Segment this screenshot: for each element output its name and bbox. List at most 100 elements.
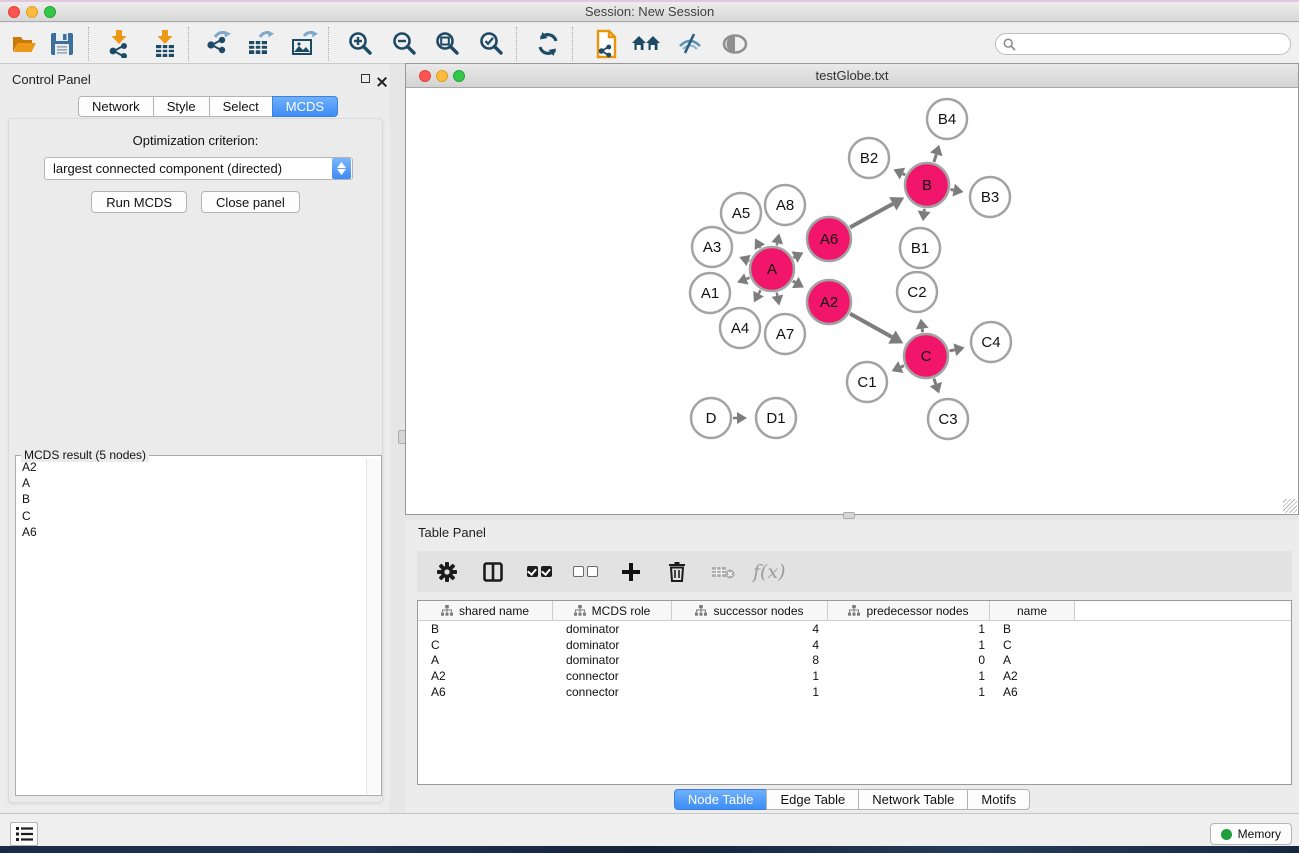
cell-mcds-role[interactable]: connector (553, 684, 672, 700)
cell-mcds-role[interactable]: dominator (553, 652, 672, 668)
minimize-network-button[interactable] (436, 70, 448, 82)
list-scrollbar[interactable] (366, 459, 380, 794)
delete-column-icon[interactable] (661, 557, 693, 587)
cell-name[interactable]: C (990, 637, 1075, 653)
desktop-wallpaper-bottom (0, 846, 1299, 853)
cell-name[interactable]: A2 (990, 668, 1075, 684)
import-table-icon[interactable] (149, 28, 181, 60)
cell-successor-nodes[interactable]: 4 (672, 637, 828, 653)
column-header-label: predecessor nodes (866, 604, 968, 618)
export-image-icon[interactable] (288, 28, 320, 60)
mcds-result-list[interactable]: A2 A B C A6 (17, 459, 366, 794)
list-item[interactable]: A (17, 475, 366, 491)
cell-predecessor-nodes[interactable]: 1 (828, 684, 990, 700)
tab-motifs[interactable]: Motifs (967, 789, 1030, 810)
table-row[interactable]: A6 connector 1 1 A6 (418, 684, 1291, 700)
select-all-checkboxes-icon[interactable] (523, 557, 555, 587)
list-item[interactable]: B (17, 491, 366, 507)
deselect-all-checkboxes-icon[interactable] (569, 557, 601, 587)
criterion-dropdown[interactable]: largest connected component (directed) (44, 157, 353, 180)
memory-button[interactable]: Memory (1210, 823, 1292, 845)
cell-predecessor-nodes[interactable]: 1 (828, 668, 990, 684)
tab-network-table[interactable]: Network Table (858, 789, 968, 810)
refresh-layout-icon[interactable] (532, 28, 564, 60)
zoom-fit-icon[interactable] (432, 28, 464, 60)
resize-grip-icon[interactable] (1283, 499, 1297, 513)
list-item[interactable]: A6 (17, 524, 366, 540)
tab-select[interactable]: Select (209, 96, 273, 117)
cell-shared-name[interactable]: C (418, 637, 553, 653)
table-row[interactable]: B dominator 4 1 B (418, 621, 1291, 637)
hide-panel-icon[interactable] (674, 28, 706, 60)
cell-shared-name[interactable]: A6 (418, 684, 553, 700)
node-table[interactable]: shared name MCDS role successor nodes pr… (417, 600, 1292, 785)
close-window-button[interactable] (8, 6, 20, 18)
open-folder-icon[interactable] (8, 28, 40, 60)
close-panel-button[interactable]: Close panel (201, 191, 300, 213)
cell-shared-name[interactable]: A (418, 652, 553, 668)
table-row[interactable]: C dominator 4 1 C (418, 637, 1291, 653)
cell-shared-name[interactable]: B (418, 621, 553, 637)
zoom-in-icon[interactable] (345, 28, 377, 60)
close-panel-icon[interactable] (377, 77, 387, 87)
minimize-window-button[interactable] (26, 6, 38, 18)
network-canvas[interactable]: AA1A2A3A4A5A6A7A8BB1B2B3B4CC1C2C3C4DD1 (406, 89, 1298, 514)
column-header[interactable]: successor nodes (672, 601, 828, 620)
cell-predecessor-nodes[interactable]: 0 (828, 652, 990, 668)
run-mcds-button[interactable]: Run MCDS (91, 191, 187, 213)
zoom-out-icon[interactable] (389, 28, 421, 60)
tab-mcds[interactable]: MCDS (272, 96, 338, 117)
network-document-icon[interactable] (590, 28, 622, 60)
save-session-icon[interactable] (46, 28, 78, 60)
cell-predecessor-nodes[interactable]: 1 (828, 637, 990, 653)
column-header[interactable]: shared name (418, 601, 553, 620)
list-item[interactable]: C (17, 508, 366, 524)
cell-predecessor-nodes[interactable]: 1 (828, 621, 990, 637)
zoom-selected-icon[interactable] (476, 28, 508, 60)
cell-successor-nodes[interactable]: 1 (672, 684, 828, 700)
export-network-icon[interactable] (201, 28, 233, 60)
settings-gear-icon[interactable] (431, 557, 463, 587)
cell-mcds-role[interactable]: connector (553, 668, 672, 684)
add-column-icon[interactable] (615, 557, 647, 587)
cell-mcds-role[interactable]: dominator (553, 637, 672, 653)
column-layout-icon[interactable] (477, 557, 509, 587)
vertical-split-handle[interactable] (843, 512, 855, 519)
header-filler (1075, 601, 1291, 620)
cell-successor-nodes[interactable]: 4 (672, 621, 828, 637)
cell-name[interactable]: A (990, 652, 1075, 668)
zoom-network-button[interactable] (453, 70, 465, 82)
network-window-titlebar[interactable]: testGlobe.txt (406, 64, 1298, 88)
network-graph[interactable]: AA1A2A3A4A5A6A7A8BB1B2B3B4CC1C2C3C4DD1 (406, 89, 1298, 515)
table-row[interactable]: A dominator 8 0 A (418, 652, 1291, 668)
graph-node-label: A8 (776, 197, 794, 214)
export-table-icon[interactable] (244, 28, 276, 60)
tab-network[interactable]: Network (78, 96, 154, 117)
cell-name[interactable]: A6 (990, 684, 1075, 700)
table-row[interactable]: A2 connector 1 1 A2 (418, 668, 1291, 684)
cell-successor-nodes[interactable]: 8 (672, 652, 828, 668)
import-network-icon[interactable] (103, 28, 135, 60)
show-eye-icon[interactable] (719, 28, 751, 60)
tab-style[interactable]: Style (153, 96, 210, 117)
column-header[interactable]: name (990, 601, 1075, 620)
close-network-button[interactable] (419, 70, 431, 82)
cell-successor-nodes[interactable]: 1 (672, 668, 828, 684)
app-titlebar[interactable]: Session: New Session (0, 2, 1299, 22)
column-header[interactable]: MCDS role (553, 601, 672, 620)
home-networks-icon[interactable] (630, 28, 662, 60)
float-panel-icon[interactable] (361, 74, 370, 83)
task-history-button[interactable] (10, 822, 38, 846)
tab-node-table[interactable]: Node Table (674, 789, 768, 810)
cell-shared-name[interactable]: A2 (418, 668, 553, 684)
column-header[interactable]: predecessor nodes (828, 601, 990, 620)
graph-node-label: D (706, 410, 717, 427)
cell-mcds-role[interactable]: dominator (553, 621, 672, 637)
table-header-row: shared name MCDS role successor nodes pr… (418, 601, 1291, 621)
cell-name[interactable]: B (990, 621, 1075, 637)
search-input[interactable] (1020, 37, 1290, 51)
tab-edge-table[interactable]: Edge Table (766, 789, 859, 810)
list-item[interactable]: A2 (17, 459, 366, 475)
search-field[interactable] (995, 33, 1291, 55)
zoom-window-button[interactable] (44, 6, 56, 18)
